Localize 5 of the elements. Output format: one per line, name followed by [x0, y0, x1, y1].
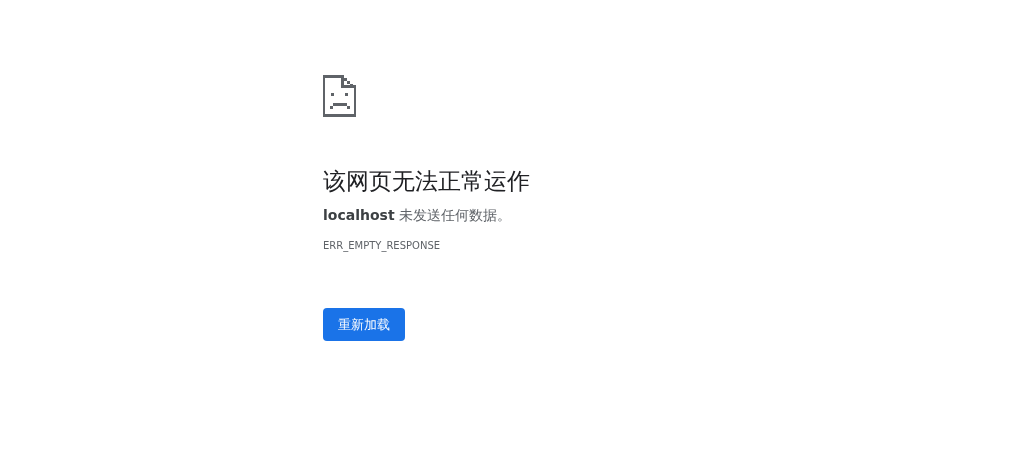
error-code: ERR_EMPTY_RESPONSE [323, 239, 441, 253]
error-message: localhost 未发送任何数据。 [323, 206, 512, 225]
error-title: 该网页无法正常运作 [323, 167, 530, 196]
reload-button[interactable]: 重新加载 [323, 308, 405, 341]
broken-page-icon [323, 75, 356, 117]
